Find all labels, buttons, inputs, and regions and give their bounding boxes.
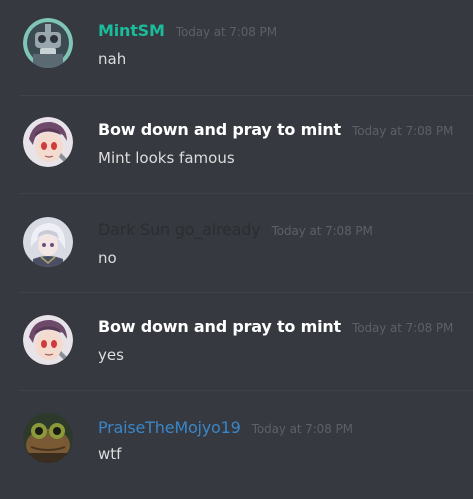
message-group: PraiseTheMojyo19 Today at 7:08 PM wtf xyxy=(0,393,473,491)
message-divider xyxy=(20,193,473,194)
message-header: MintSM Today at 7:08 PM xyxy=(98,21,277,40)
avatar[interactable] xyxy=(23,413,73,463)
silver-hair-avatar-icon xyxy=(23,217,73,267)
message-divider xyxy=(20,390,473,391)
message-header: Dark Sun go_already Today at 7:08 PM xyxy=(98,220,373,239)
message-group: MintSM Today at 7:08 PM nah xyxy=(0,0,473,98)
avatar[interactable] xyxy=(23,217,73,267)
username[interactable]: Bow down and pray to mint xyxy=(98,317,341,336)
avatar[interactable] xyxy=(23,18,73,68)
message-group: Dark Sun go_already Today at 7:08 PM no xyxy=(0,196,473,294)
anime-girl-avatar-icon xyxy=(23,117,73,167)
username[interactable]: MintSM xyxy=(98,21,165,40)
timestamp: Today at 7:08 PM xyxy=(271,224,373,238)
timestamp: Today at 7:08 PM xyxy=(352,321,454,335)
message-content: no xyxy=(98,249,117,267)
robot-avatar-icon xyxy=(23,18,73,68)
message-group: Bow down and pray to mint Today at 7:08 … xyxy=(0,98,473,196)
username[interactable]: PraiseTheMojyo19 xyxy=(98,418,241,437)
avatar[interactable] xyxy=(23,315,73,365)
message-content: nah xyxy=(98,50,127,68)
message-divider xyxy=(20,95,473,96)
message-header: PraiseTheMojyo19 Today at 7:08 PM xyxy=(98,418,353,437)
timestamp: Today at 7:08 PM xyxy=(251,422,353,436)
timestamp: Today at 7:08 PM xyxy=(175,25,277,39)
message-content: wtf xyxy=(98,445,122,463)
message-content: Mint looks famous xyxy=(98,149,235,167)
username[interactable]: Dark Sun go_already xyxy=(98,220,261,239)
username[interactable]: Bow down and pray to mint xyxy=(98,120,341,139)
avatar[interactable] xyxy=(23,117,73,167)
chat-messages: MintSM Today at 7:08 PM nah Bow down and… xyxy=(0,0,473,499)
message-header: Bow down and pray to mint Today at 7:08 … xyxy=(98,317,453,336)
timestamp: Today at 7:08 PM xyxy=(352,124,454,138)
frog-avatar-icon xyxy=(23,413,73,463)
anime-girl-avatar-icon xyxy=(23,315,73,365)
message-content: yes xyxy=(98,346,124,364)
message-divider xyxy=(20,292,473,293)
message-group: Bow down and pray to mint Today at 7:08 … xyxy=(0,295,473,393)
message-header: Bow down and pray to mint Today at 7:08 … xyxy=(98,120,453,139)
